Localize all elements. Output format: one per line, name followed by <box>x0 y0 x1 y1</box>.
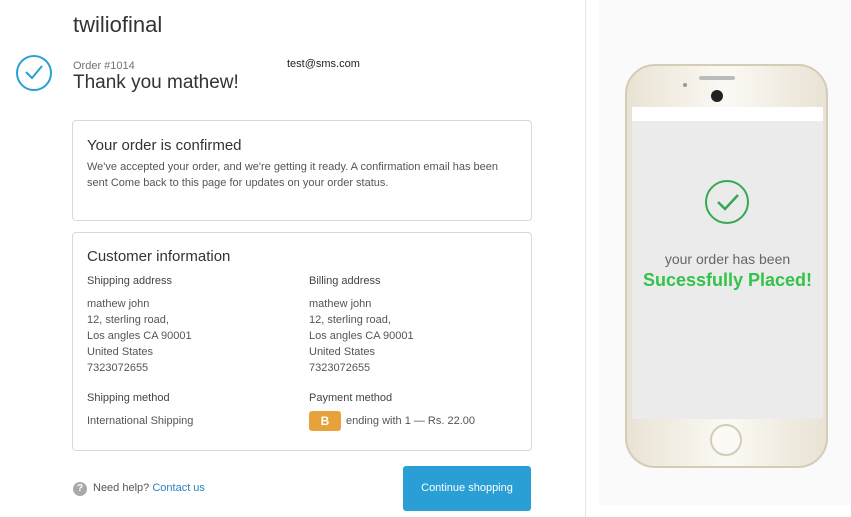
billing-address-line: 12, sterling road, <box>309 314 391 326</box>
sensor-dot <box>683 83 687 87</box>
phone-status-bar <box>632 107 823 121</box>
payment-card-icon: B <box>309 411 341 431</box>
shipping-method-value: International Shipping <box>87 415 194 427</box>
continue-shopping-button[interactable]: Continue shopping <box>403 466 531 511</box>
thank-you-heading: Thank you mathew! <box>73 72 239 93</box>
billing-address-line: Los angles CA 90001 <box>309 330 414 342</box>
shipping-address-label: Shipping address <box>87 275 173 287</box>
phone-screen: your order has been Sucessfully Placed! <box>632 107 823 419</box>
camera-icon <box>711 90 723 102</box>
payment-method-label: Payment method <box>309 392 393 404</box>
help-section: Need help? Contact us <box>93 482 205 494</box>
shipping-address-line: United States <box>87 346 154 358</box>
success-message: Sucessfully Placed! <box>642 270 813 290</box>
order-confirmed-box: Your order is confirmed We've accepted y… <box>72 120 532 221</box>
contact-us-link[interactable]: Contact us <box>152 482 205 494</box>
shipping-address-line: mathew john <box>87 298 150 310</box>
earpiece <box>699 76 735 80</box>
order-status-panel: twiliofinal Order #1014 test@sms.com Tha… <box>0 0 586 517</box>
shipping-method-label: Shipping method <box>87 392 170 404</box>
billing-address-line: 7323072655 <box>309 362 371 374</box>
confirmation-line-2: sent Come back to this page for updates … <box>87 177 389 189</box>
customer-information-box: Customer information Shipping address ma… <box>72 232 532 451</box>
home-button-icon <box>710 424 742 456</box>
customer-information-heading: Customer information <box>87 248 231 265</box>
shipping-address-line: 7323072655 <box>87 362 149 374</box>
billing-address: mathew john 12, sterling road, Los angle… <box>309 296 414 376</box>
confirmation-message: We've accepted your order, and we're get… <box>87 159 517 191</box>
billing-address-label: Billing address <box>309 275 381 287</box>
phone-mockup: your order has been Sucessfully Placed! <box>625 64 828 468</box>
shipping-address-line: 12, sterling road, <box>87 314 169 326</box>
help-icon: ? <box>73 482 87 496</box>
billing-address-line: United States <box>309 346 376 358</box>
billing-address-line: mathew john <box>309 298 372 310</box>
customer-email: test@sms.com <box>287 58 360 70</box>
confirmation-line-1: We've accepted your order, and we're get… <box>87 161 499 173</box>
success-check-icon <box>705 180 749 224</box>
help-text: Need help? <box>93 482 150 494</box>
order-placed-message: your order has been <box>664 251 791 267</box>
shipping-address: mathew john 12, sterling road, Los angle… <box>87 296 192 376</box>
shop-title[interactable]: twiliofinal <box>73 12 162 38</box>
payment-method-value: ending with 1 — Rs. 22.00 <box>346 415 476 427</box>
order-number: Order #1014 <box>73 60 135 72</box>
shipping-address-line: Los angles CA 90001 <box>87 330 192 342</box>
order-confirmed-heading: Your order is confirmed <box>87 137 242 154</box>
check-icon <box>16 55 52 91</box>
